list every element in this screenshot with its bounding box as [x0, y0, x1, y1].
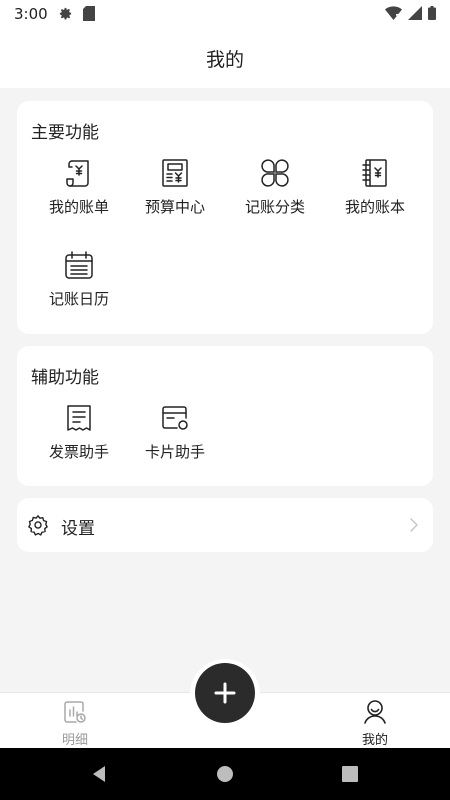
user-icon: [364, 700, 386, 724]
status-notification-icons: [58, 6, 95, 21]
card-icon: [162, 406, 188, 430]
add-icon: [214, 682, 236, 704]
calendar-icon: [65, 251, 93, 279]
invoice-icon: [67, 405, 91, 431]
bill-icon: [66, 160, 89, 187]
feature-label: 预算中心: [144, 198, 205, 216]
gear-icon: [28, 515, 48, 536]
tab-label: 明细: [61, 733, 88, 748]
feature-categories[interactable]: 记账分类: [223, 158, 327, 220]
tab-label: 我的: [361, 733, 388, 748]
feature-calendar[interactable]: 记账日历: [27, 250, 131, 312]
category-icon: [261, 159, 289, 187]
ledger-book-icon: [362, 159, 387, 187]
main-features-title: 主要功能: [31, 123, 99, 143]
feature-label: 我的账单: [48, 198, 109, 216]
feature-my-ledger[interactable]: 我的账本: [323, 158, 427, 220]
back-icon[interactable]: [90, 764, 110, 784]
feature-label: 我的账本: [344, 198, 405, 216]
battery-icon: [428, 6, 436, 20]
main-features-card: 主要功能 我的账单 预算中心 记账分类 我的账本 记账日历: [17, 101, 433, 334]
aux-features-card: 辅助功能 发票助手 卡片助手: [17, 346, 433, 486]
page-title: 我的: [205, 49, 244, 71]
feature-label: 卡片助手: [144, 443, 205, 461]
wifi-icon: [385, 6, 402, 20]
chevron-right-icon: [410, 518, 418, 532]
feature-label: 记账分类: [244, 198, 305, 216]
budget-icon: [162, 159, 188, 187]
signal-icon: [408, 6, 422, 20]
feature-my-bills[interactable]: 我的账单: [27, 158, 131, 220]
app-header: 我的: [0, 28, 450, 88]
feature-label: 记账日历: [48, 290, 109, 308]
settings-label: 设置: [61, 519, 95, 539]
details-chart-icon: [64, 701, 86, 723]
feature-label: 发票助手: [48, 443, 109, 461]
feature-invoice-assistant[interactable]: 发票助手: [27, 403, 131, 465]
settings-row[interactable]: 设置: [17, 498, 433, 552]
system-navigation-bar: [0, 748, 450, 800]
tab-mine[interactable]: 我的: [325, 693, 425, 749]
aux-features-title: 辅助功能: [31, 368, 99, 388]
sd-card-icon: [83, 6, 95, 21]
home-icon[interactable]: [215, 764, 235, 784]
add-record-button[interactable]: [195, 663, 255, 723]
status-system-icons: [385, 6, 436, 20]
status-time: 3:00: [14, 5, 48, 23]
recents-icon[interactable]: [340, 764, 360, 784]
tab-details[interactable]: 明细: [25, 693, 125, 749]
settings-notification-icon: [59, 7, 72, 20]
feature-card-assistant[interactable]: 卡片助手: [123, 403, 227, 465]
status-bar: 3:00: [0, 0, 450, 28]
feature-budget-center[interactable]: 预算中心: [123, 158, 227, 220]
